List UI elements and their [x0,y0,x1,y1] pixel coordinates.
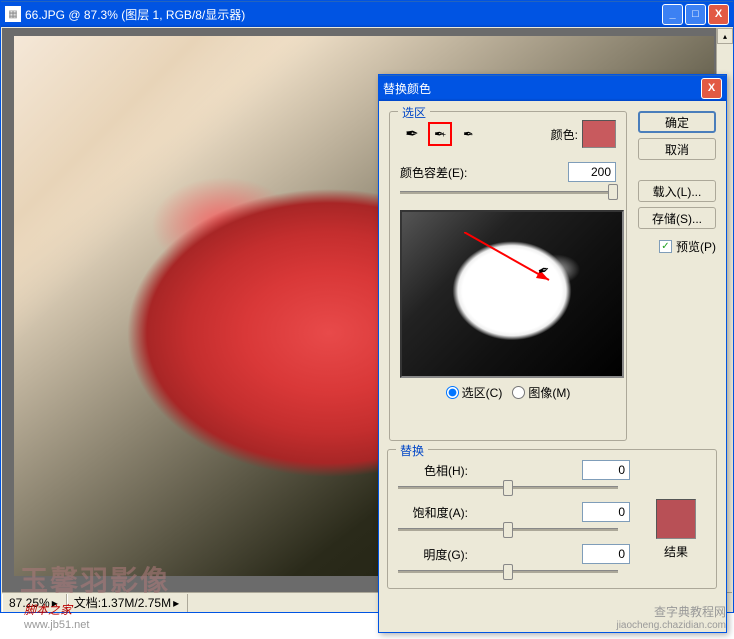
cancel-button[interactable]: 取消 [638,138,716,160]
replace-group: 替换 色相(H): 饱和度(A): 明度(G): [387,449,717,589]
ok-button[interactable]: 确定 [638,111,716,133]
radio-selection[interactable]: 选区(C) [446,384,503,401]
saturation-slider-thumb[interactable] [503,522,513,538]
result-label: 结果 [656,543,696,560]
close-button[interactable]: X [708,4,729,25]
doc-title: 66.JPG @ 87.3% (图层 1, RGB/8/显示器) [25,6,662,23]
saturation-label: 饱和度(A): [398,504,468,521]
load-button[interactable]: 载入(L)... [638,180,716,202]
hue-input[interactable] [582,460,630,480]
radio-image-input[interactable] [512,386,525,399]
dialog-title: 替换颜色 [383,80,701,97]
lightness-slider[interactable] [398,566,618,580]
save-button[interactable]: 存储(S)... [638,207,716,229]
eyedropper-tool[interactable]: ✒ [400,122,424,146]
fuzziness-slider-thumb[interactable] [608,184,618,200]
hue-label: 色相(H): [398,462,468,479]
docinfo-dropdown-icon[interactable]: ▸ [171,594,181,612]
saturation-input[interactable] [582,502,630,522]
lightness-label: 明度(G): [398,546,468,563]
selection-legend: 选区 [398,104,430,121]
eyedropper-add-tool[interactable]: ✒+ [428,122,452,146]
fuzziness-input[interactable] [568,162,616,182]
selection-color-swatch[interactable] [582,120,616,148]
watermark-right: 查字典教程网 jiaocheng.chazidian.com [616,603,726,631]
eyedropper-subtract-tool[interactable]: ✒- [456,122,480,146]
doc-icon: ▦ [5,6,21,22]
doc-titlebar[interactable]: ▦ 66.JPG @ 87.3% (图层 1, RGB/8/显示器) _ □ X [1,1,733,27]
watermark-main: 玉馨羽影像 [20,559,170,599]
selection-group: 选区 ✒ ✒+ ✒- 颜色: 颜色容差(E): [389,111,627,441]
hue-slider[interactable] [398,482,618,496]
color-label: 颜色: [551,126,578,143]
lightness-input[interactable] [582,544,630,564]
result-color-swatch[interactable] [656,499,696,539]
radio-selection-input[interactable] [446,386,459,399]
eyedropper-cursor-icon: ✒ [535,261,552,281]
lightness-slider-thumb[interactable] [503,564,513,580]
fuzziness-slider[interactable] [400,184,616,202]
dialog-close-button[interactable]: X [701,78,722,99]
watermark-left: 脚本之家 www.jb51.net [24,601,89,631]
replace-color-dialog: 替换颜色 X 选区 ✒ ✒+ ✒- 颜色: 颜色容差(E): [378,74,727,633]
dialog-titlebar[interactable]: 替换颜色 X [379,75,726,101]
fuzziness-label: 颜色容差(E): [400,164,467,181]
saturation-slider[interactable] [398,524,618,538]
minimize-button[interactable]: _ [662,4,683,25]
replace-legend: 替换 [396,442,428,459]
preview-checkbox[interactable]: ✓ 预览(P) [638,238,716,255]
selection-preview[interactable]: ✒ [400,210,624,378]
scroll-up-arrow[interactable]: ▴ [717,28,733,44]
preview-checkbox-label: 预览(P) [676,238,716,255]
maximize-button[interactable]: □ [685,4,706,25]
preview-check-icon[interactable]: ✓ [659,240,672,253]
hue-slider-thumb[interactable] [503,480,513,496]
radio-image[interactable]: 图像(M) [512,384,570,401]
annotation-arrow [464,232,564,292]
